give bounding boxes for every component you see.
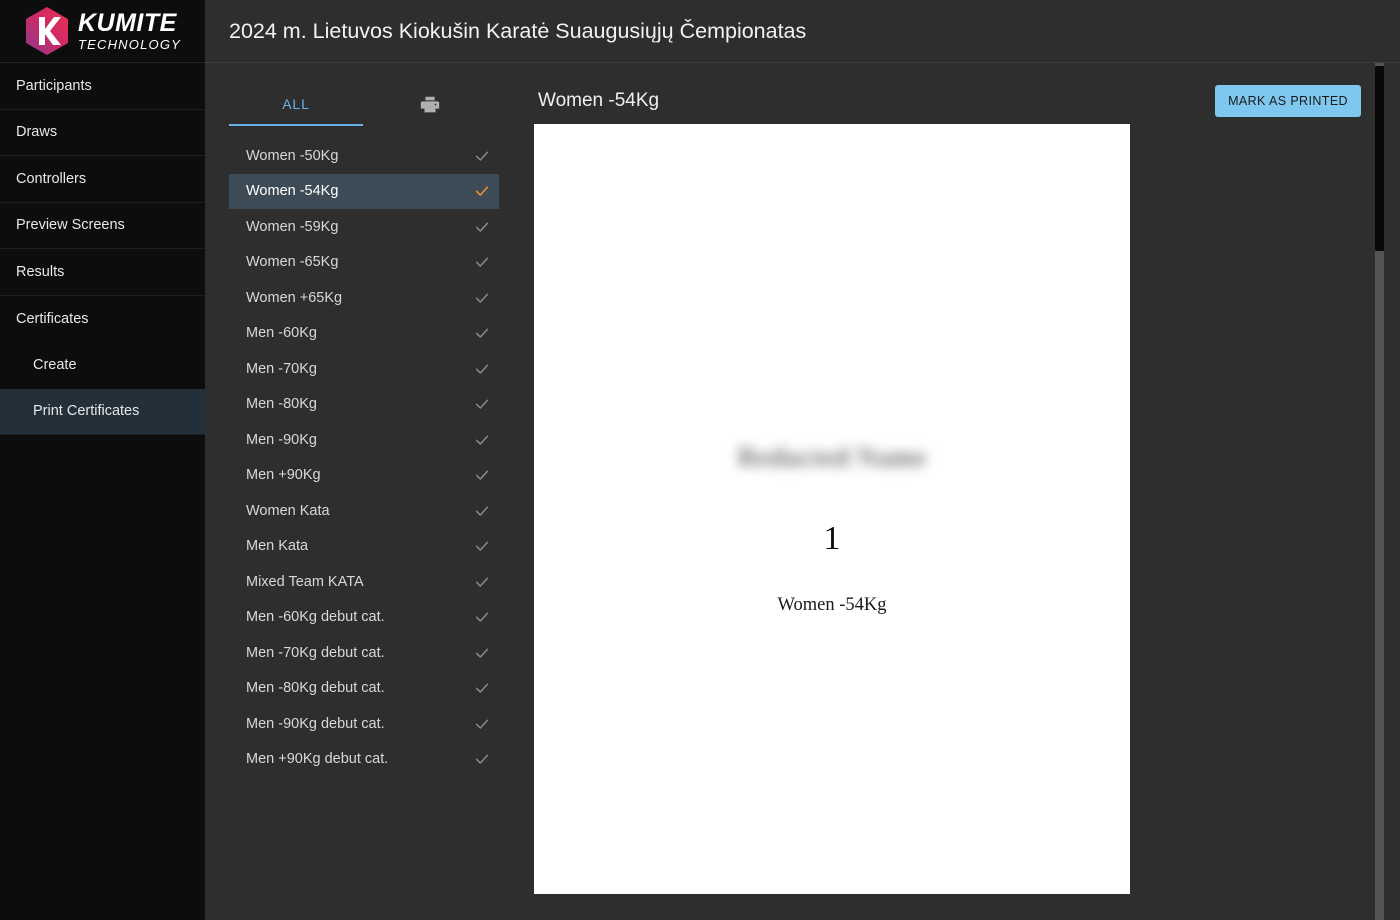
- sidebar-item-label: Print Certificates: [33, 403, 140, 420]
- category-label: Women -59Kg: [246, 218, 339, 235]
- check-icon: [474, 254, 490, 270]
- list-item[interactable]: Men -80Kg debut cat.: [229, 671, 499, 707]
- top-bar: 2024 m. Lietuvos Kiokušin Karatė Suaugus…: [205, 0, 1400, 63]
- check-icon: [474, 467, 490, 483]
- list-item[interactable]: Women +65Kg: [229, 280, 499, 316]
- sidebar-item-participants[interactable]: Participants: [0, 63, 205, 110]
- list-item[interactable]: Men -70Kg: [229, 351, 499, 387]
- list-item[interactable]: Men +90Kg debut cat.: [229, 742, 499, 778]
- sidebar-item-label: Certificates: [16, 310, 89, 327]
- check-icon: [474, 645, 490, 661]
- list-item[interactable]: Men -70Kg debut cat.: [229, 635, 499, 671]
- category-label: Men -60Kg debut cat.: [246, 609, 385, 626]
- sidebar-item-label: Controllers: [16, 170, 87, 187]
- category-list-panel: ALL Women -50Kg Women -54Kg Women -59Kg …: [205, 63, 523, 920]
- tab-all[interactable]: ALL: [229, 96, 363, 126]
- list-item[interactable]: Mixed Team KATA: [229, 564, 499, 600]
- sidebar-item-label: Participants: [16, 77, 92, 94]
- list-item[interactable]: Women Kata: [229, 493, 499, 529]
- sidebar-item-label: Results: [16, 263, 65, 280]
- category-label: Men +90Kg: [246, 467, 321, 484]
- category-label: Men -90Kg: [246, 431, 317, 448]
- category-label: Men -80Kg: [246, 396, 317, 413]
- sidebar-item-certificates[interactable]: Certificates: [0, 295, 205, 342]
- list-item[interactable]: Men -90Kg: [229, 422, 499, 458]
- category-label: Men -70Kg: [246, 360, 317, 377]
- body-area: ALL Women -50Kg Women -54Kg Women -59Kg …: [205, 63, 1400, 920]
- check-icon: [474, 396, 490, 412]
- certificate-preview-panel: Women -54Kg MARK AS PRINTED Redacted Nam…: [523, 63, 1400, 920]
- check-icon: [474, 574, 490, 590]
- scrollbar-thumb[interactable]: [1375, 66, 1384, 251]
- category-label: Women -65Kg: [246, 254, 339, 271]
- category-label: Men Kata: [246, 538, 309, 555]
- category-label: Mixed Team KATA: [246, 573, 364, 590]
- brand-logo[interactable]: KUMITE TECHNOLOGY: [0, 0, 205, 63]
- check-icon: [474, 432, 490, 448]
- mark-as-printed-button[interactable]: MARK AS PRINTED: [1215, 85, 1361, 117]
- list-item[interactable]: Men +90Kg: [229, 458, 499, 494]
- list-item[interactable]: Women -59Kg: [229, 209, 499, 245]
- certificate-recipient-name: Redacted Name: [737, 442, 927, 472]
- category-label: Men -80Kg debut cat.: [246, 680, 385, 697]
- check-icon: [474, 361, 490, 377]
- sidebar-item-results[interactable]: Results: [0, 249, 205, 296]
- category-label: Women -54Kg: [246, 183, 339, 200]
- list-item[interactable]: Men -80Kg: [229, 387, 499, 423]
- check-icon: [474, 609, 490, 625]
- sidebar-item-label: Create: [33, 357, 77, 374]
- check-icon: [474, 538, 490, 554]
- category-label: Men -70Kg debut cat.: [246, 644, 385, 661]
- sidebar-item-label: Preview Screens: [16, 217, 125, 234]
- list-item-selected[interactable]: Women -54Kg: [229, 173, 499, 209]
- kumite-hexagon-logo-icon: [24, 6, 70, 56]
- list-item[interactable]: Men Kata: [229, 529, 499, 565]
- certificate-category: Women -54Kg: [777, 595, 887, 615]
- brand-name-primary: KUMITE: [77, 9, 177, 37]
- sidebar-item-controllers[interactable]: Controllers: [0, 156, 205, 203]
- main-area: 2024 m. Lietuvos Kiokušin Karatė Suaugus…: [205, 0, 1400, 920]
- sidebar-item-create[interactable]: Create: [0, 342, 205, 389]
- vertical-scrollbar[interactable]: [1375, 63, 1384, 920]
- check-icon: [474, 290, 490, 306]
- list-tabs: ALL: [205, 79, 523, 126]
- list-item[interactable]: Men -60Kg debut cat.: [229, 600, 499, 636]
- category-list: Women -50Kg Women -54Kg Women -59Kg Wome…: [205, 138, 523, 777]
- app-root: KUMITE TECHNOLOGY Participants Draws Con…: [0, 0, 1400, 920]
- certificate-place: 1: [823, 520, 841, 557]
- check-icon: [474, 716, 490, 732]
- sidebar-item-draws[interactable]: Draws: [0, 109, 205, 156]
- page-title: 2024 m. Lietuvos Kiokušin Karatė Suaugus…: [229, 18, 807, 43]
- list-item[interactable]: Men -60Kg: [229, 316, 499, 352]
- category-label: Men +90Kg debut cat.: [246, 751, 389, 768]
- category-label: Men -60Kg: [246, 325, 317, 342]
- list-item[interactable]: Women -50Kg: [229, 138, 499, 174]
- list-item[interactable]: Women -65Kg: [229, 245, 499, 281]
- preview-header: Women -54Kg MARK AS PRINTED: [523, 63, 1400, 125]
- category-label: Women +65Kg: [246, 289, 343, 306]
- check-icon: [474, 148, 490, 164]
- sidebar-nav: Participants Draws Controllers Preview S…: [0, 63, 205, 435]
- preview-title: Women -54Kg: [538, 90, 660, 111]
- check-icon: [474, 503, 490, 519]
- sidebar-item-label: Draws: [16, 124, 58, 141]
- check-icon: [474, 325, 490, 341]
- sidebar-item-print-certificates[interactable]: Print Certificates: [0, 388, 205, 435]
- sidebar: KUMITE TECHNOLOGY Participants Draws Con…: [0, 0, 205, 920]
- check-icon: [474, 680, 490, 696]
- check-icon: [474, 751, 490, 767]
- brand-name-secondary: TECHNOLOGY: [77, 37, 181, 52]
- certificate-page[interactable]: Redacted Name 1 Women -54Kg: [534, 124, 1130, 894]
- check-icon-active: [474, 183, 490, 199]
- check-icon: [474, 219, 490, 235]
- category-label: Men -90Kg debut cat.: [246, 715, 385, 732]
- sidebar-item-preview-screens[interactable]: Preview Screens: [0, 202, 205, 249]
- category-label: Women Kata: [246, 502, 330, 519]
- tab-print[interactable]: [363, 94, 497, 126]
- printer-icon: [419, 94, 441, 116]
- category-label: Women -50Kg: [246, 147, 339, 164]
- list-item[interactable]: Men -90Kg debut cat.: [229, 706, 499, 742]
